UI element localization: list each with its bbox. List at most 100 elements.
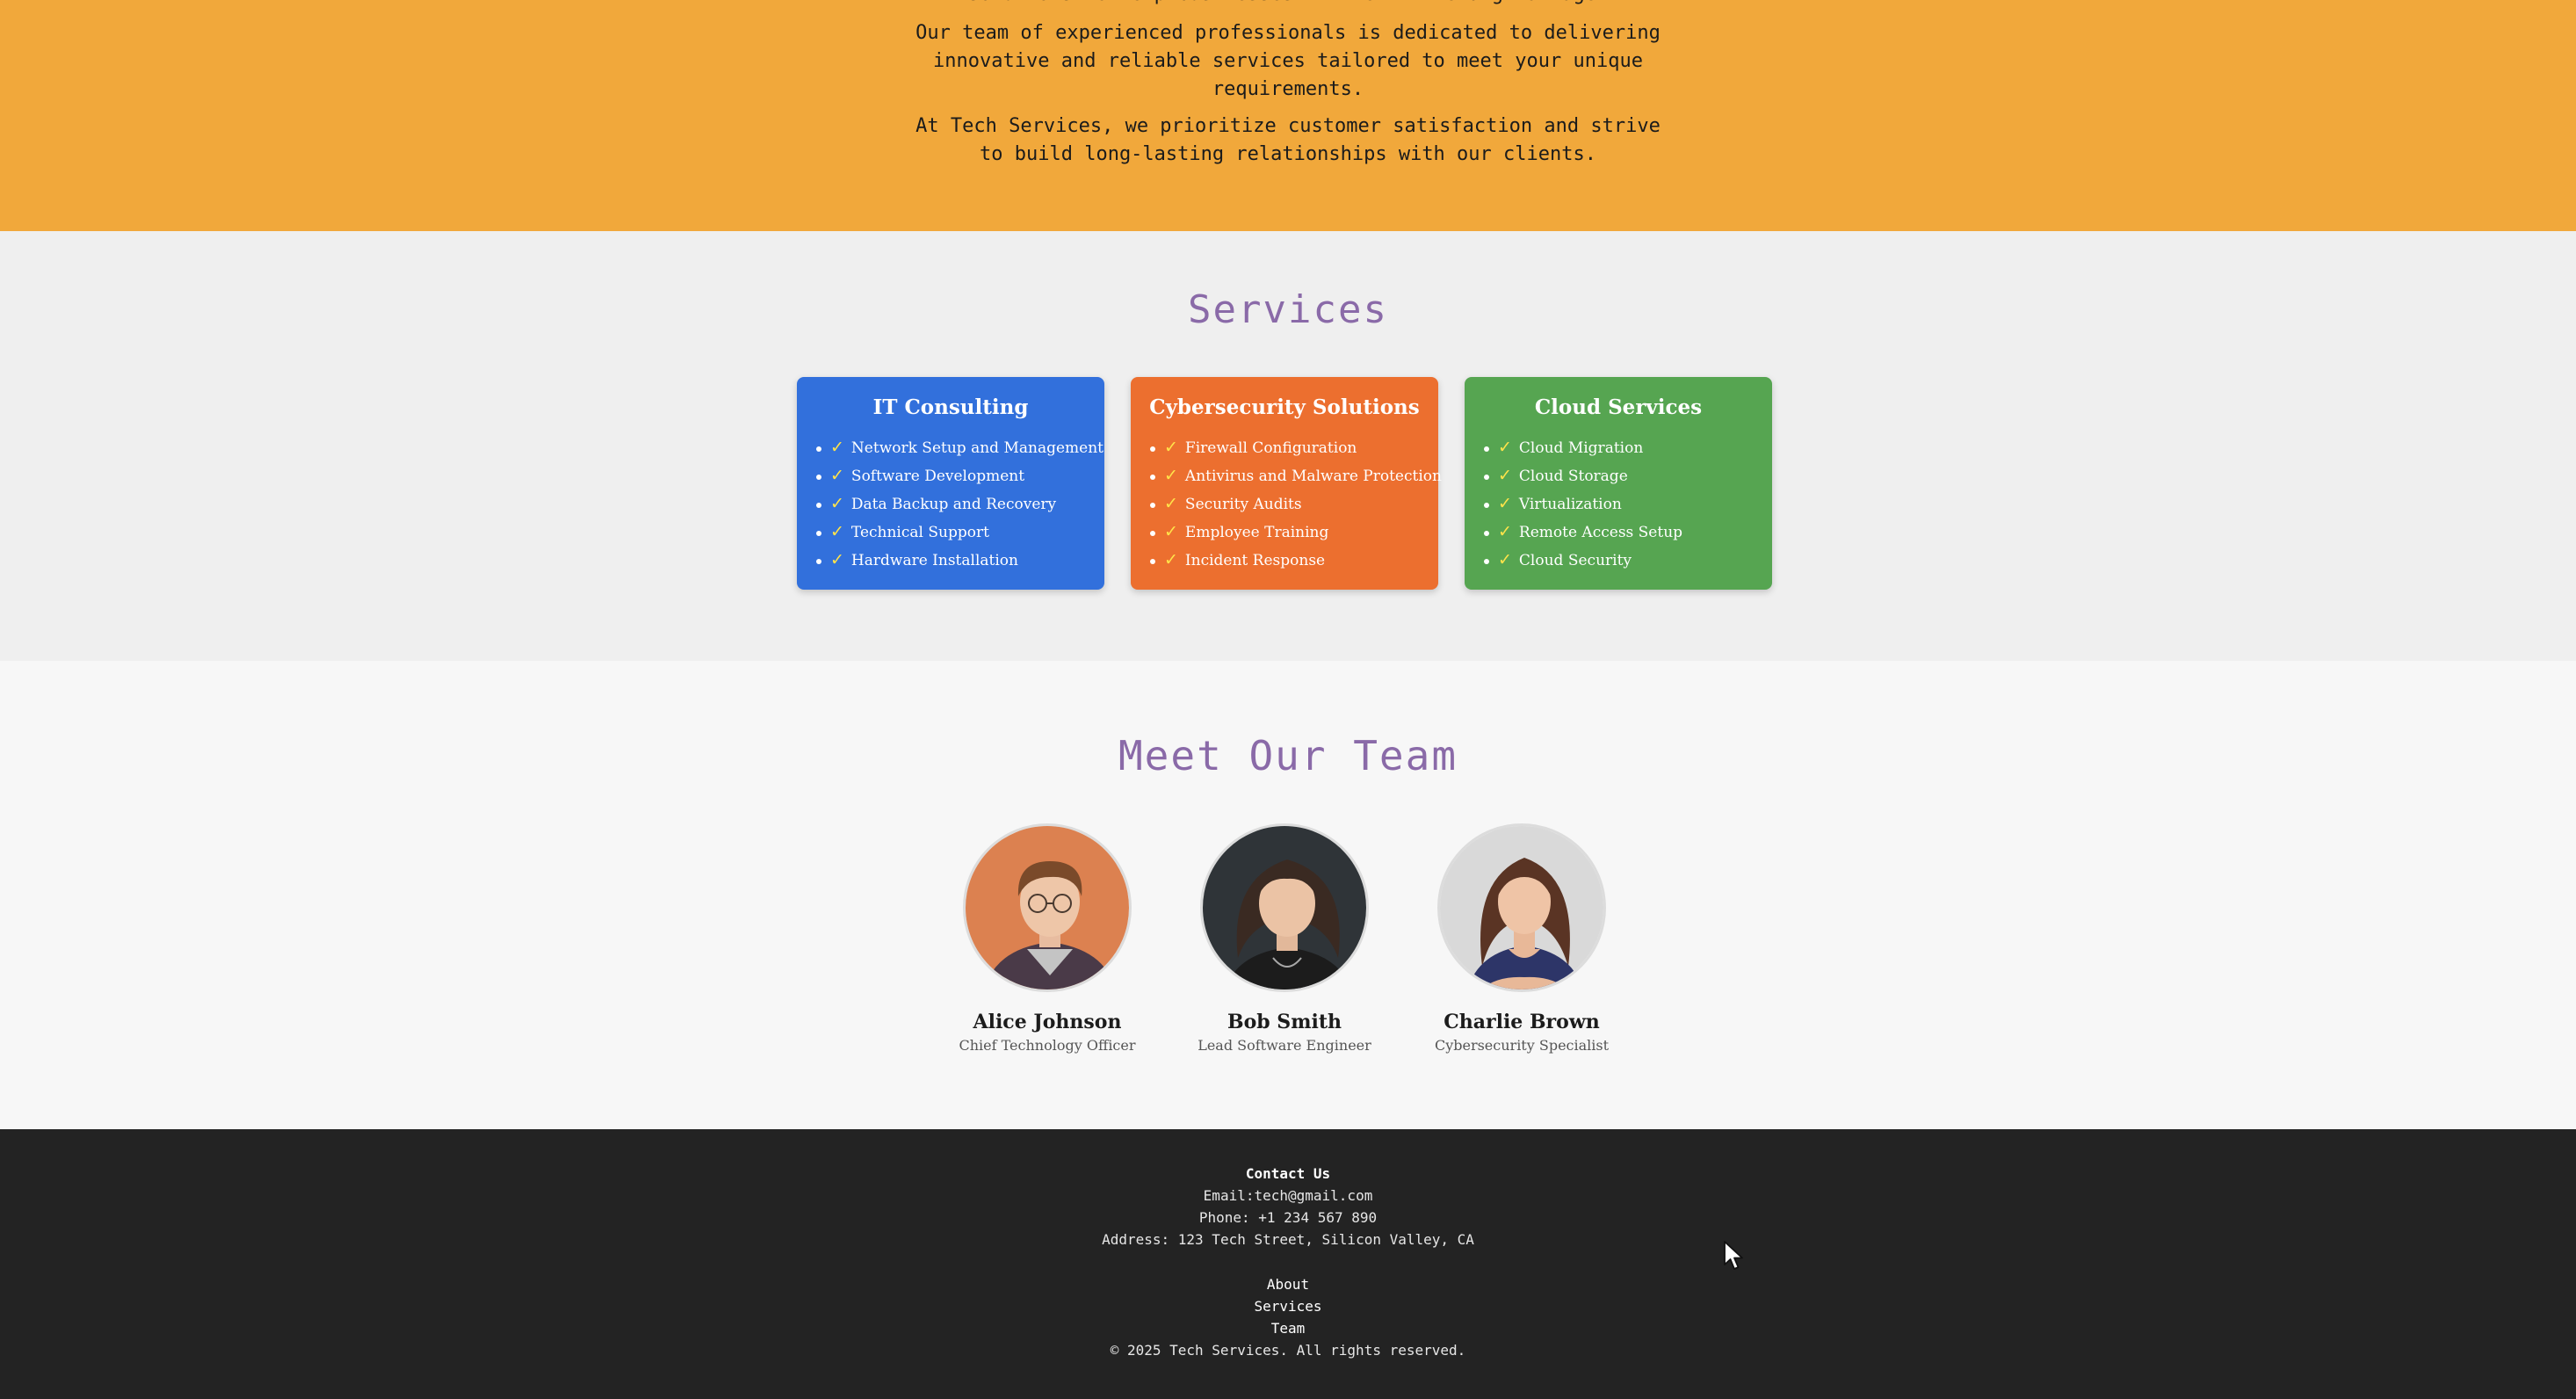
service-card-it-consulting: IT Consulting ✓ Network Setup and Managem… [797,377,1104,590]
about-paragraph-1-line: Our team of experienced professionals is… [915,22,1661,44]
service-list: ✓ Cloud Migration ✓ Cloud Storage ✓ Virtual… [1482,433,1682,574]
check-icon: ✓ [1498,494,1512,513]
service-item-label: Technical Support [850,524,989,541]
check-icon: ✓ [830,438,844,457]
bullet-icon [1150,558,1155,564]
service-list-item: ✓ Software Development [814,461,1103,489]
bullet-icon [1484,530,1489,536]
service-item-label: Employee Training [1184,524,1329,541]
member-name: Bob Smith [1227,1011,1342,1033]
check-icon: ✓ [1164,466,1178,485]
service-item-label: Firewall Configuration [1184,439,1357,457]
footer-nav-item: Team [0,1319,2576,1338]
service-card-title: Cybersecurity Solutions [1149,395,1420,419]
bullet-icon [1484,446,1489,452]
contact-email: Email:tech@gmail.com [1203,1187,1373,1204]
check-icon: ✓ [1164,494,1178,513]
bullet-icon [1484,558,1489,564]
about-partial-line: solutions to help businesses thrive in t… [0,0,2576,9]
service-card-title: Cloud Services [1534,395,1703,419]
bullet-icon [1484,502,1489,508]
footer-link-services[interactable]: Services [1254,1298,1321,1315]
about-paragraph-2-line: to build long-lasting relationships with… [980,143,1596,165]
about-section: solutions to help businesses thrive in t… [0,0,2576,231]
check-icon: ✓ [1498,438,1512,457]
about-paragraph-1-line: requirements. [1212,78,1364,100]
service-card-cloud: Cloud Services ✓ Cloud Migration ✓ Cloud S… [1465,377,1772,590]
check-icon: ✓ [830,522,844,541]
check-icon: ✓ [1164,522,1178,541]
team-section: Meet Our Team Alice Johnson Chief Techno… [0,661,2576,1129]
service-list-item: ✓ Data Backup and Recovery [814,489,1103,518]
service-list: ✓ Network Setup and Management ✓ Software … [814,433,1103,574]
avatar-photo-charlie [1440,826,1603,989]
avatar-photo-bob [1203,826,1366,989]
service-list-item: ✓ Employee Training [1148,518,1442,546]
about-paragraph-2: At Tech Services, we prioritize customer… [0,112,2576,169]
bullet-icon [816,530,821,536]
service-card-cybersecurity: Cybersecurity Solutions ✓ Firewall Config… [1131,377,1442,590]
member-role: Cybersecurity Specialist [1434,1037,1610,1054]
service-list: ✓ Firewall Configuration ✓ Antivirus and M… [1148,433,1442,574]
service-item-label: Cloud Migration [1518,439,1644,457]
site-footer: Contact Us Email:tech@gmail.com Phone: +… [0,1129,2576,1399]
member-name: Charlie Brown [1444,1011,1600,1033]
about-paragraph-1: Our team of experienced professionals is… [0,19,2576,104]
service-item-label: Data Backup and Recovery [850,496,1057,513]
check-icon: ✓ [1498,466,1512,485]
check-icon: ✓ [830,466,844,485]
bullet-icon [816,474,821,480]
service-item-label: Network Setup and Management [850,439,1103,457]
check-icon: ✓ [830,494,844,513]
member-role: Lead Software Engineer [1198,1037,1371,1054]
team-member-card: Alice Johnson Chief Technology Officer [924,823,1170,1055]
bullet-icon [1150,530,1155,536]
service-card-title: IT Consulting [872,395,1029,419]
service-list-item: ✓ Incident Response [1148,546,1442,574]
service-list-item: ✓ Antivirus and Malware Protection [1148,461,1442,489]
service-item-label: Software Development [850,468,1025,485]
contact-heading: Contact Us [1245,1165,1331,1182]
check-icon: ✓ [1164,550,1178,569]
bullet-icon [1484,474,1489,480]
about-paragraph-1-line: innovative and reliable services tailore… [933,50,1643,72]
service-list-item: ✓ Hardware Installation [814,546,1103,574]
bullet-icon [1150,502,1155,508]
footer-nav-item: About [0,1275,2576,1294]
avatar [1437,823,1606,992]
footer-link-about[interactable]: About [1267,1276,1309,1293]
avatar-photo-alice [966,826,1129,989]
contact-address: Address: 123 Tech Street, Silicon Valley… [1102,1231,1474,1248]
service-list-item: ✓ Cloud Migration [1482,433,1682,461]
team-heading: Meet Our Team [1118,732,1458,779]
service-list-item: ✓ Technical Support [814,518,1103,546]
service-list-item: ✓ Remote Access Setup [1482,518,1682,546]
service-item-label: Cloud Storage [1518,468,1628,485]
bullet-icon [816,558,821,564]
service-list-item: ✓ Security Audits [1148,489,1442,518]
footer-link-team[interactable]: Team [1271,1320,1306,1337]
bullet-icon [816,446,821,452]
bullet-icon [1150,474,1155,480]
member-role: Chief Technology Officer [959,1037,1136,1054]
check-icon: ✓ [1498,522,1512,541]
member-name: Alice Johnson [973,1011,1122,1033]
service-item-label: Hardware Installation [850,552,1018,569]
copyright-text: © 2025 Tech Services. All rights reserve… [1110,1342,1466,1359]
service-list-item: ✓ Cloud Storage [1482,461,1682,489]
service-list-item: ✓ Virtualization [1482,489,1682,518]
service-item-label: Virtualization [1518,496,1622,513]
mouse-pointer-icon [1724,1241,1743,1270]
services-heading: Services [1188,287,1388,332]
service-item-label: Remote Access Setup [1518,524,1683,541]
check-icon: ✓ [1164,438,1178,457]
bullet-icon [816,502,821,508]
service-list-item: ✓ Cloud Security [1482,546,1682,574]
service-list-item: ✓ Network Setup and Management [814,433,1103,461]
service-item-label: Cloud Security [1518,552,1632,569]
service-item-label: Antivirus and Malware Protection [1184,468,1442,485]
avatar [963,823,1132,992]
footer-nav-item: Services [0,1297,2576,1316]
avatar [1200,823,1369,992]
contact-phone: Phone: +1 234 567 890 [1198,1209,1378,1226]
